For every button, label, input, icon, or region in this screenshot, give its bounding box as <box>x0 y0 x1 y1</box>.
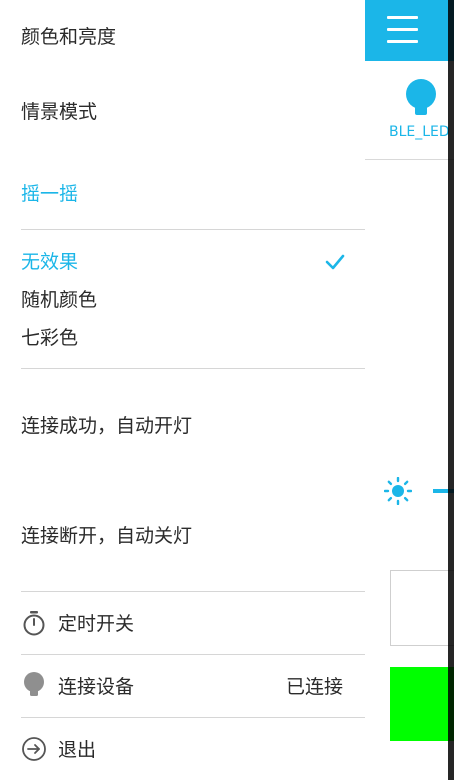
exit-icon <box>22 737 46 761</box>
exit-label: 退出 <box>58 739 97 761</box>
menu-scene-mode[interactable]: 情景模式 <box>21 100 97 124</box>
connect-device-label: 连接设备 <box>58 676 135 698</box>
bulb-icon <box>24 672 44 696</box>
auto-on-when-connected[interactable]: 连接成功，自动开灯 <box>21 414 192 438</box>
exit-row[interactable]: 退出 <box>0 722 365 778</box>
timer-icon <box>23 611 45 636</box>
menu-bar-line <box>387 16 418 19</box>
scrollbar <box>448 0 454 780</box>
timer-switch-row[interactable]: 定时开关 <box>0 596 365 652</box>
shake-section-title: 摇一摇 <box>21 183 79 205</box>
check-icon <box>325 254 345 270</box>
device-name: BLE_LED <box>389 124 450 140</box>
divider <box>21 591 365 592</box>
timer-switch-label: 定时开关 <box>58 613 135 635</box>
menu-button[interactable] <box>365 0 439 61</box>
device-tab[interactable]: BLE_LED <box>365 61 454 160</box>
brightness-sun-icon <box>384 477 412 505</box>
shake-option-random-color[interactable]: 随机颜色 <box>21 288 97 312</box>
auto-off-when-disconnected[interactable]: 连接断开，自动关灯 <box>21 524 192 548</box>
white-color-swatch[interactable] <box>390 570 454 646</box>
menu-color-brightness[interactable]: 颜色和亮度 <box>21 25 116 49</box>
divider <box>21 229 365 230</box>
navigation-drawer: 颜色和亮度 情景模式 摇一摇 无效果 随机颜色 七彩色 连接成功，自动开灯 连接… <box>0 0 365 780</box>
menu-bar-line <box>387 40 418 43</box>
divider <box>21 654 365 655</box>
shake-option-rainbow[interactable]: 七彩色 <box>21 326 78 350</box>
menu-bar-line <box>387 28 418 31</box>
bulb-icon <box>406 79 436 115</box>
divider <box>21 368 365 369</box>
divider <box>21 717 365 718</box>
connect-device-row[interactable]: 连接设备 已连接 <box>0 659 365 715</box>
shake-option-no-effect[interactable]: 无效果 <box>21 250 78 274</box>
green-color-swatch[interactable] <box>390 667 454 741</box>
connection-status: 已连接 <box>285 676 343 698</box>
